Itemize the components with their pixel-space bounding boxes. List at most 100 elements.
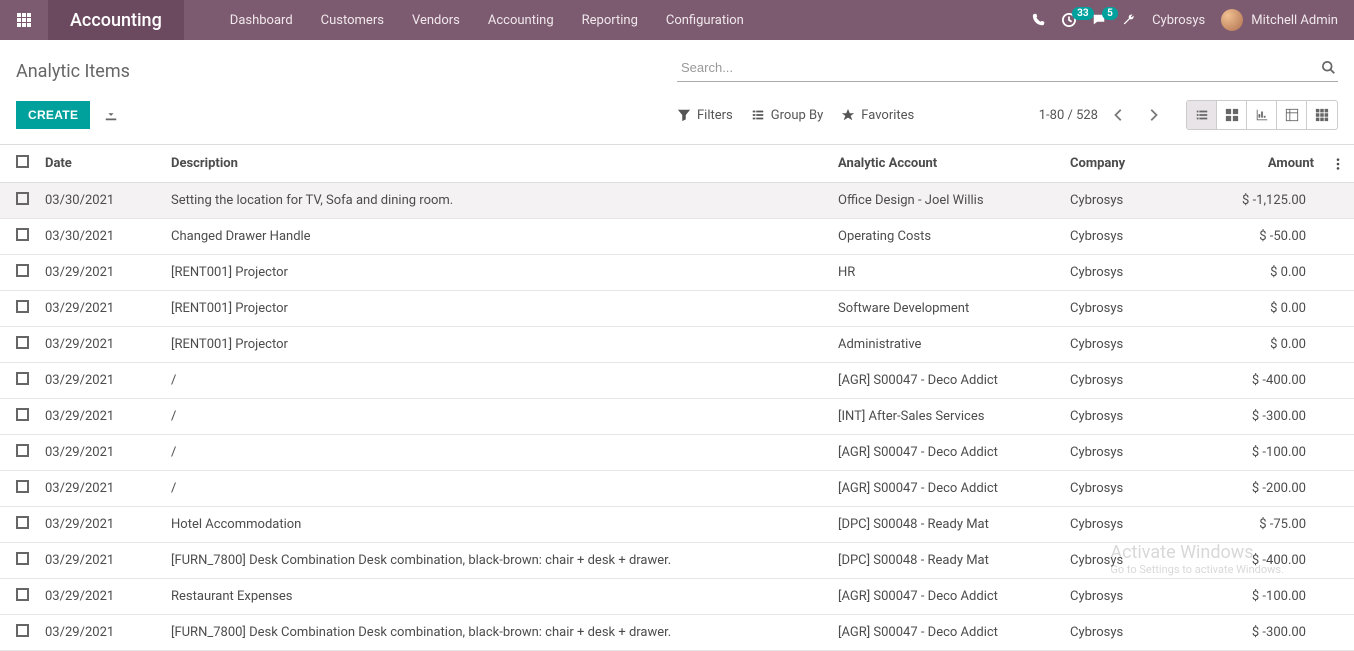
table-row[interactable]: 03/29/2021[RENT001] ProjectorSoftware De… — [0, 291, 1354, 327]
row-checkbox[interactable] — [16, 372, 29, 385]
chevron-right-icon — [1146, 108, 1160, 122]
import-button[interactable] — [104, 108, 118, 123]
table-row[interactable]: 03/30/2021Changed Drawer HandleOperating… — [0, 219, 1354, 255]
select-all-checkbox[interactable] — [16, 155, 29, 168]
grid-icon — [16, 12, 32, 28]
cell-description: / — [163, 435, 830, 471]
download-icon — [104, 108, 118, 122]
row-checkbox[interactable] — [16, 624, 29, 637]
cell-company: Cybrosys — [1062, 255, 1222, 291]
company-switcher[interactable]: Cybrosys — [1152, 13, 1205, 28]
cell-date: 03/29/2021 — [37, 435, 163, 471]
table-row[interactable]: 03/29/2021/[AGR] S00047 - Deco AddictCyb… — [0, 435, 1354, 471]
table-row[interactable]: 03/29/2021/[INT] After-Sales ServicesCyb… — [0, 399, 1354, 435]
cell-amount: $ -50.00 — [1222, 219, 1322, 255]
table-row[interactable]: 03/29/2021[RENT001] ProjectorHRCybrosys$… — [0, 255, 1354, 291]
table-row[interactable]: 03/29/2021[FURN_7800] Desk Combination D… — [0, 543, 1354, 579]
cell-company: Cybrosys — [1062, 435, 1222, 471]
view-list[interactable] — [1187, 101, 1217, 129]
filters-button[interactable]: Filters — [677, 108, 733, 123]
table-row[interactable]: 03/29/2021/[AGR] S00047 - Deco AddictCyb… — [0, 471, 1354, 507]
user-menu[interactable]: Mitchell Admin — [1221, 9, 1338, 31]
row-checkbox[interactable] — [16, 480, 29, 493]
col-analytic-account[interactable]: Analytic Account — [830, 145, 1062, 183]
row-checkbox[interactable] — [16, 408, 29, 421]
cell-description: Hotel Accommodation — [163, 507, 830, 543]
nav-vendors[interactable]: Vendors — [398, 0, 474, 40]
pager-prev[interactable] — [1106, 102, 1132, 128]
table-row[interactable]: 03/30/2021Setting the location for TV, S… — [0, 183, 1354, 219]
cell-date: 03/29/2021 — [37, 363, 163, 399]
nav-accounting[interactable]: Accounting — [474, 0, 568, 40]
row-checkbox[interactable] — [16, 588, 29, 601]
table-row[interactable]: 03/29/2021/[AGR] S00047 - Deco AddictCyb… — [0, 363, 1354, 399]
cell-account: [AGR] S00047 - Deco Addict — [830, 579, 1062, 615]
messages-badge: 5 — [1102, 7, 1118, 20]
row-checkbox[interactable] — [16, 516, 29, 529]
cell-description: [RENT001] Projector — [163, 327, 830, 363]
view-activity[interactable] — [1307, 101, 1337, 129]
table-row[interactable]: 03/29/2021[RENT001] ProjectorAdministrat… — [0, 327, 1354, 363]
create-button[interactable]: CREATE — [16, 101, 90, 129]
cell-company: Cybrosys — [1062, 615, 1222, 651]
cell-description: [FURN_7800] Desk Combination Desk combin… — [163, 543, 830, 579]
nav-dashboard[interactable]: Dashboard — [216, 0, 307, 40]
row-checkbox[interactable] — [16, 444, 29, 457]
col-options[interactable] — [1322, 145, 1354, 183]
cell-company: Cybrosys — [1062, 579, 1222, 615]
cell-company: Cybrosys — [1062, 471, 1222, 507]
favorites-button[interactable]: Favorites — [841, 108, 914, 123]
cell-amount: $ -400.00 — [1222, 363, 1322, 399]
phone-icon[interactable] — [1032, 13, 1046, 27]
pager-next[interactable] — [1140, 102, 1166, 128]
view-graph[interactable] — [1247, 101, 1277, 129]
cell-company: Cybrosys — [1062, 327, 1222, 363]
table-row[interactable]: 03/29/2021Hotel Accommodation[DPC] S0004… — [0, 507, 1354, 543]
cell-company: Cybrosys — [1062, 543, 1222, 579]
cell-account: [AGR] S00047 - Deco Addict — [830, 363, 1062, 399]
view-kanban[interactable] — [1217, 101, 1247, 129]
col-description[interactable]: Description — [163, 145, 830, 183]
cell-company: Cybrosys — [1062, 219, 1222, 255]
table-row[interactable]: 03/29/2021Restaurant Expenses[AGR] S0004… — [0, 579, 1354, 615]
cell-company: Cybrosys — [1062, 399, 1222, 435]
nav-configuration[interactable]: Configuration — [652, 0, 758, 40]
view-pivot[interactable] — [1277, 101, 1307, 129]
row-checkbox[interactable] — [16, 552, 29, 565]
cell-amount: $ -400.00 — [1222, 543, 1322, 579]
col-company[interactable]: Company — [1062, 145, 1222, 183]
apps-menu-icon[interactable] — [0, 0, 48, 40]
col-date[interactable]: Date — [37, 145, 163, 183]
debug-icon[interactable] — [1122, 13, 1136, 27]
row-checkbox[interactable] — [16, 264, 29, 277]
row-checkbox[interactable] — [16, 192, 29, 205]
row-checkbox[interactable] — [16, 228, 29, 241]
favorites-label: Favorites — [861, 108, 914, 123]
nav-reporting[interactable]: Reporting — [568, 0, 652, 40]
col-amount[interactable]: Amount — [1222, 145, 1322, 183]
paging-text: 1-80 / 528 — [1039, 108, 1098, 123]
list-icon — [751, 108, 765, 122]
cell-account: HR — [830, 255, 1062, 291]
messages-icon[interactable]: 5 — [1092, 13, 1106, 27]
row-checkbox[interactable] — [16, 300, 29, 313]
nav-customers[interactable]: Customers — [307, 0, 398, 40]
breadcrumb-title: Analytic Items — [16, 55, 677, 82]
groupby-label: Group By — [771, 108, 824, 123]
app-title[interactable]: Accounting — [48, 0, 184, 40]
cell-description: Restaurant Expenses — [163, 579, 830, 615]
row-checkbox[interactable] — [16, 336, 29, 349]
activities-icon[interactable]: 33 — [1062, 13, 1076, 27]
activity-view-icon — [1315, 108, 1329, 122]
cell-amount: $ -75.00 — [1222, 507, 1322, 543]
table-row[interactable]: 03/29/2021[FURN_7800] Desk Combination D… — [0, 615, 1354, 651]
groupby-button[interactable]: Group By — [751, 108, 824, 123]
cell-amount: $ -100.00 — [1222, 435, 1322, 471]
search-input[interactable] — [677, 54, 1338, 82]
cell-amount: $ -100.00 — [1222, 579, 1322, 615]
cell-description: [RENT001] Projector — [163, 255, 830, 291]
cell-date: 03/30/2021 — [37, 183, 163, 219]
cell-description: Changed Drawer Handle — [163, 219, 830, 255]
cell-date: 03/29/2021 — [37, 579, 163, 615]
search-icon[interactable] — [1322, 60, 1336, 75]
